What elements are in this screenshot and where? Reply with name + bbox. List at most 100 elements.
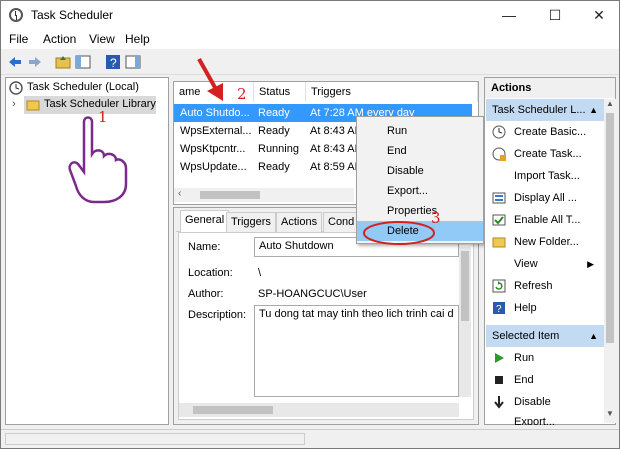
window-title: Task Scheduler	[31, 8, 114, 22]
action-label: Create Basic...	[514, 126, 587, 138]
task-status: Ready	[258, 125, 290, 137]
section-title: Selected Item	[492, 330, 560, 342]
svg-text:?: ?	[496, 304, 502, 315]
description-field[interactable]: Tu dong tat may tinh theo lich trinh cai…	[254, 305, 459, 397]
context-menu-end[interactable]: End	[357, 141, 483, 161]
status-panel	[5, 433, 305, 445]
context-menu-properties[interactable]: Properties	[357, 201, 483, 221]
scroll-up-icon[interactable]: ▲	[606, 99, 614, 108]
action-import-task[interactable]: Import Task...	[486, 165, 604, 187]
action-label: Run	[514, 352, 535, 364]
actions-vertical-scrollbar[interactable]: ▲ ▼	[604, 99, 616, 423]
show-hide-action-pane-icon[interactable]	[125, 54, 141, 70]
action-label: Display All ...	[514, 192, 577, 204]
location-label: Location:	[188, 267, 233, 279]
detail-horizontal-scrollbar[interactable]	[179, 403, 459, 417]
title-bar: Task Scheduler — ☐ ✕	[1, 1, 619, 29]
horizontal-scrollbar[interactable]: ‹	[174, 188, 354, 202]
scrollbar-thumb[interactable]	[193, 406, 273, 414]
show-hide-console-tree-icon[interactable]	[75, 54, 91, 70]
collapse-arrow-icon[interactable]: ▲	[589, 99, 598, 121]
column-header-triggers[interactable]: Triggers	[306, 82, 478, 102]
create-task-icon	[492, 147, 506, 161]
task-name: WpsKtpcntr...	[180, 143, 246, 155]
pointing-hand-icon	[68, 116, 128, 204]
task-name: WpsUpdate...	[180, 161, 247, 173]
annotation-step-3: 3	[431, 209, 441, 227]
scrollbar-thumb[interactable]	[461, 251, 469, 321]
scrollbar-thumb[interactable]	[200, 191, 260, 199]
actions-header: Actions	[485, 78, 615, 98]
minimize-button[interactable]: —	[487, 1, 531, 29]
action-label: Help	[514, 302, 537, 314]
action-create-basic-task[interactable]: Create Basic...	[486, 121, 604, 143]
task-name: WpsExternal...	[180, 125, 252, 137]
tab-general[interactable]: General	[180, 210, 230, 233]
tree-library-item[interactable]: Task Scheduler Library	[24, 96, 156, 114]
collapse-arrow-icon[interactable]: ▲	[589, 325, 598, 347]
detail-vertical-scrollbar[interactable]	[459, 247, 471, 397]
scrollbar-thumb[interactable]	[606, 113, 614, 343]
action-run[interactable]: Run	[486, 347, 604, 369]
action-new-folder[interactable]: New Folder...	[486, 231, 604, 253]
menu-help[interactable]: Help	[125, 32, 150, 46]
action-export[interactable]: Export...	[486, 411, 604, 425]
task-status: Ready	[258, 107, 290, 119]
tree-root-item[interactable]: Task Scheduler (Local)	[27, 81, 139, 93]
action-refresh[interactable]: Refresh	[486, 275, 604, 297]
up-folder-icon[interactable]	[55, 54, 71, 70]
menu-bar: File Action View Help	[1, 29, 619, 49]
action-label: Disable	[514, 396, 551, 408]
expand-chevron-icon[interactable]: ›	[12, 98, 16, 110]
description-label: Description:	[188, 309, 247, 321]
action-enable-all-history[interactable]: Enable All T...	[486, 209, 604, 231]
annotation-step-1: 1	[98, 108, 108, 126]
close-button[interactable]: ✕	[577, 1, 620, 29]
author-label: Author:	[188, 288, 224, 300]
action-label: Enable All T...	[514, 214, 581, 226]
maximize-button[interactable]: ☐	[533, 1, 577, 29]
actions-section-library[interactable]: Task Scheduler L... ▲	[486, 99, 604, 121]
scroll-left-icon[interactable]: ‹	[178, 188, 181, 199]
forward-arrow-icon[interactable]	[27, 54, 43, 70]
action-end[interactable]: End	[486, 369, 604, 391]
svg-text:?: ?	[110, 56, 117, 70]
context-menu-run[interactable]: Run	[357, 121, 483, 141]
scroll-down-icon[interactable]: ▼	[606, 409, 614, 418]
refresh-icon	[492, 279, 506, 293]
back-arrow-icon[interactable]	[7, 54, 23, 70]
task-scheduler-window: Task Scheduler — ☐ ✕ File Action View He…	[0, 0, 620, 449]
action-label: Refresh	[514, 280, 553, 292]
task-status: Running	[258, 143, 299, 155]
toolbar: ?	[1, 49, 619, 75]
column-header-status[interactable]: Status	[254, 82, 306, 102]
task-name: Auto Shutdo...	[180, 107, 250, 119]
menu-file[interactable]: File	[9, 32, 28, 46]
menu-action[interactable]: Action	[43, 32, 76, 46]
context-menu-disable[interactable]: Disable	[357, 161, 483, 181]
action-help[interactable]: ? Help	[486, 297, 604, 319]
location-value: \	[258, 267, 262, 279]
console-tree-pane: Task Scheduler (Local) › Task Scheduler …	[5, 77, 169, 425]
action-label: Create Task...	[514, 148, 582, 160]
action-label: View	[514, 258, 538, 270]
tab-actions[interactable]: Actions	[276, 212, 323, 232]
folder-icon	[26, 100, 40, 111]
context-menu-export[interactable]: Export...	[357, 181, 483, 201]
submenu-arrow-icon: ▶	[587, 259, 594, 269]
status-bar	[1, 429, 619, 448]
action-disable[interactable]: Disable	[486, 391, 604, 413]
clock-icon	[9, 8, 23, 22]
action-view[interactable]: View ▶	[486, 253, 604, 275]
delete-highlight-circle	[363, 221, 435, 245]
action-create-task[interactable]: Create Task...	[486, 143, 604, 165]
tab-triggers[interactable]: Triggers	[226, 212, 276, 232]
action-label: End	[514, 374, 534, 386]
tab-conditions[interactable]: Cond	[323, 212, 360, 232]
action-display-all-running[interactable]: Display All ...	[486, 187, 604, 209]
menu-view[interactable]: View	[89, 32, 115, 46]
red-arrow-icon	[197, 58, 223, 101]
help-icon[interactable]: ?	[105, 54, 121, 70]
actions-section-selected-item[interactable]: Selected Item ▲	[486, 325, 604, 347]
end-icon	[495, 376, 503, 384]
